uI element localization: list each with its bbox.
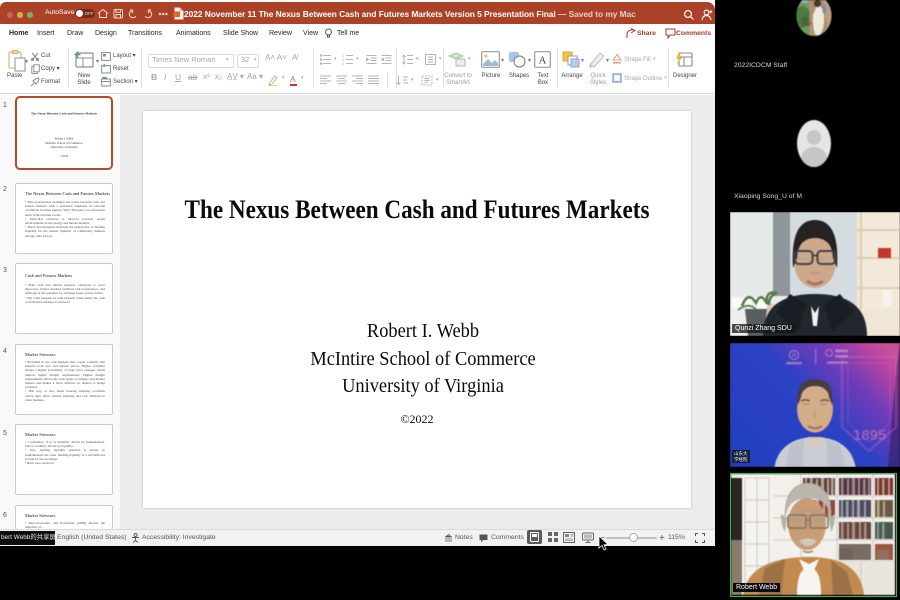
svg-text:3: 3 [342,61,345,65]
svg-text:1895: 1895 [853,427,886,444]
svg-text:A: A [539,55,547,67]
